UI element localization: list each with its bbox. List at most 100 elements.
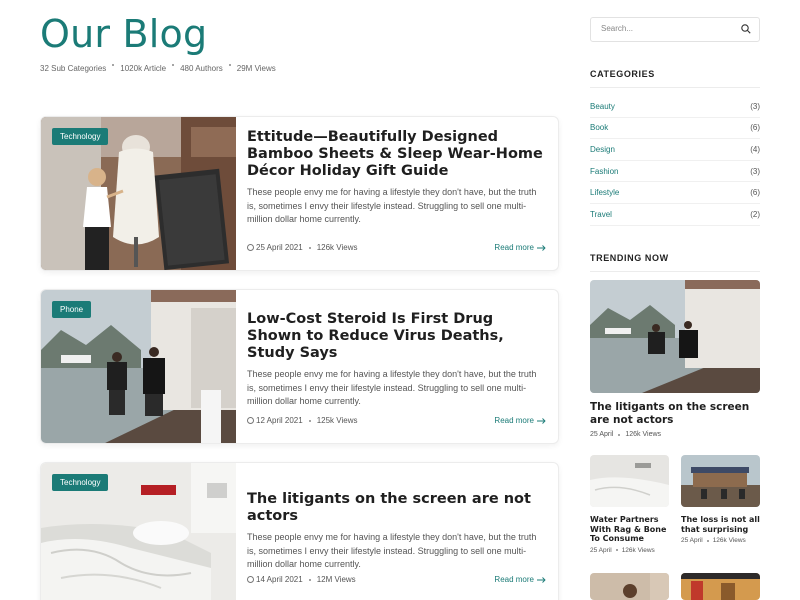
- category-count: (3): [750, 166, 760, 176]
- arrow-right-icon: [537, 244, 546, 251]
- stat-views: 29M Views: [236, 64, 276, 73]
- category-count: (2): [750, 209, 760, 219]
- trending-views: 126k Views: [712, 537, 746, 544]
- arrow-right-icon: [537, 417, 546, 424]
- trending-small-thumbnail[interactable]: [681, 455, 760, 507]
- post-meta: 14 April 2021 12M Views: [247, 575, 356, 584]
- trending-image-cafe: [681, 455, 760, 507]
- search-input[interactable]: [601, 24, 731, 33]
- trending-small-thumbnail[interactable]: [681, 573, 760, 600]
- category-count: (4): [750, 144, 760, 154]
- clock-icon: [247, 244, 254, 251]
- category-name[interactable]: Travel: [590, 210, 612, 219]
- stat-authors: 480 Authors: [180, 64, 223, 73]
- trending-main-post[interactable]: The litigants on the screen are not acto…: [590, 280, 760, 438]
- read-more-link[interactable]: Read more: [494, 416, 546, 425]
- category-badge[interactable]: Phone: [52, 301, 92, 318]
- separator-dot: [618, 433, 621, 436]
- post-body: Ettitude—Beautifully Designed Bamboo She…: [247, 117, 546, 270]
- trending-image-bed: [590, 455, 669, 507]
- read-more-link[interactable]: Read more: [494, 243, 546, 252]
- post-excerpt: These people envy me for having a lifest…: [247, 187, 537, 224]
- category-name[interactable]: Beauty: [590, 102, 615, 111]
- category-name[interactable]: Book: [590, 123, 608, 132]
- category-badge[interactable]: Technology: [52, 474, 109, 491]
- category-name[interactable]: Lifestyle: [590, 188, 619, 197]
- post-title[interactable]: Ettitude—Beautifully Designed Bamboo She…: [247, 129, 546, 180]
- category-name[interactable]: Fashion: [590, 167, 618, 176]
- category-item[interactable]: Book (6): [590, 118, 760, 140]
- separator-dot: [308, 419, 311, 422]
- category-item[interactable]: Lifestyle (6): [590, 182, 760, 204]
- search-icon[interactable]: [741, 24, 751, 34]
- page-title: Our Blog: [40, 12, 208, 56]
- trending-small-title[interactable]: Water Partners With Rag & Bone To Consum…: [590, 515, 669, 544]
- clock-icon: [247, 576, 254, 583]
- blog-stats: 32 Sub Categories 1020k Article 480 Auth…: [40, 64, 276, 73]
- stat-articles: 1020k Article: [120, 64, 167, 73]
- trending-image-market: [681, 573, 760, 600]
- post-excerpt: These people envy me for having a lifest…: [247, 532, 537, 569]
- post-views: 125k Views: [316, 416, 358, 425]
- separator-dot: [308, 246, 311, 249]
- trending-small-thumbnail[interactable]: [590, 455, 669, 507]
- trending-small-post[interactable]: [681, 573, 760, 600]
- stat-sub-categories: 32 Sub Categories: [40, 64, 107, 73]
- category-item[interactable]: Design (4): [590, 139, 760, 161]
- category-item[interactable]: Travel (2): [590, 204, 760, 226]
- category-count: (6): [750, 123, 760, 133]
- post-views: 12M Views: [316, 575, 356, 584]
- separator-dot: [172, 64, 175, 66]
- trending-views: 126k Views: [621, 546, 655, 554]
- post-card[interactable]: Technology Ettitude—Beautifully Designed…: [40, 116, 559, 271]
- trending-small-meta: 25 April 126k Views: [681, 537, 760, 544]
- category-count: (3): [750, 101, 760, 111]
- post-body: The litigants on the screen are not acto…: [247, 463, 546, 600]
- post-meta: 25 April 2021 126k Views: [247, 243, 357, 252]
- post-title[interactable]: The litigants on the screen are not acto…: [247, 491, 546, 525]
- post-card[interactable]: Phone Low-Cost Steroid Is First Drug Sho…: [40, 289, 559, 444]
- trending-image-person: [590, 573, 669, 600]
- trending-main-title[interactable]: The litigants on the screen are not acto…: [590, 401, 760, 426]
- trending-date: 25 April: [590, 431, 614, 438]
- trending-main-thumbnail[interactable]: [590, 280, 760, 393]
- trending-small-post[interactable]: [590, 573, 669, 600]
- category-count: (6): [750, 188, 760, 198]
- post-excerpt: These people envy me for having a lifest…: [247, 369, 537, 406]
- trending-date: 25 April: [590, 546, 612, 554]
- post-body: Low-Cost Steroid Is First Drug Shown to …: [247, 290, 546, 443]
- trending-image-boat: [590, 280, 760, 393]
- category-name[interactable]: Design: [590, 145, 615, 154]
- search-box[interactable]: [590, 17, 760, 42]
- post-thumbnail[interactable]: Phone: [41, 290, 236, 443]
- separator-dot: [112, 64, 115, 66]
- read-more-label: Read more: [494, 575, 534, 584]
- read-more-label: Read more: [494, 416, 534, 425]
- post-meta: 12 April 2021 125k Views: [247, 416, 357, 425]
- post-date: 14 April 2021: [256, 575, 303, 584]
- post-title[interactable]: Low-Cost Steroid Is First Drug Shown to …: [247, 311, 546, 362]
- trending-small-title[interactable]: The loss is not all that surprising: [681, 515, 760, 534]
- category-item[interactable]: Fashion (3): [590, 161, 760, 183]
- post-views: 126k Views: [316, 243, 358, 252]
- post-thumbnail[interactable]: Technology: [41, 117, 236, 270]
- arrow-right-icon: [537, 576, 546, 583]
- category-badge[interactable]: Technology: [52, 128, 109, 145]
- separator-dot: [228, 64, 231, 66]
- trending-small-post[interactable]: The loss is not all that surprising 25 A…: [681, 455, 760, 544]
- category-item[interactable]: Beauty (3): [590, 96, 760, 118]
- trending-main-meta: 25 April 126k Views: [590, 431, 760, 438]
- trending-small-post[interactable]: Water Partners With Rag & Bone To Consum…: [590, 455, 669, 554]
- trending-heading: TRENDING NOW: [590, 253, 760, 272]
- post-card[interactable]: Technology The litigants on the screen a…: [40, 462, 559, 600]
- clock-icon: [247, 417, 254, 424]
- read-more-link[interactable]: Read more: [494, 575, 546, 584]
- separator-dot: [308, 578, 311, 581]
- trending-small-thumbnail[interactable]: [590, 573, 669, 600]
- post-date: 25 April 2021: [256, 243, 303, 252]
- post-thumbnail[interactable]: Technology: [41, 463, 236, 600]
- categories-heading: CATEGORIES: [590, 69, 760, 88]
- post-date: 12 April 2021: [256, 416, 303, 425]
- category-list: Beauty (3) Book (6) Design (4) Fashion (3) L…: [590, 96, 760, 226]
- trending-small-meta: 25 April 126k Views: [590, 547, 669, 554]
